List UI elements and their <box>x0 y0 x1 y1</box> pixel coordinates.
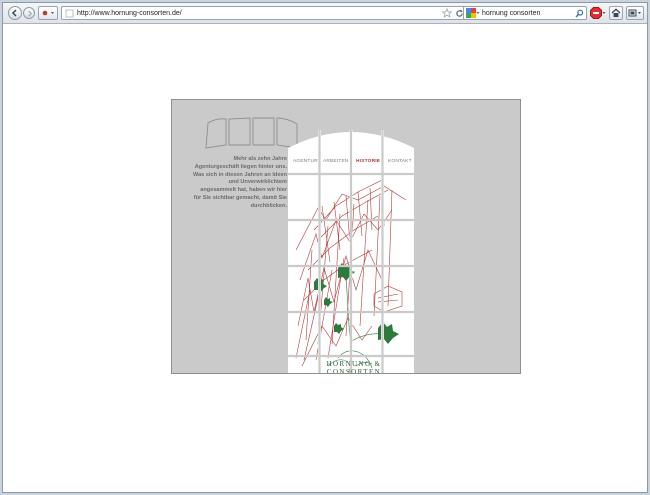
window-outline-decoration <box>205 117 298 149</box>
forward-arrow-icon <box>27 9 32 17</box>
home-button[interactable] <box>609 6 623 20</box>
page-viewport: Mehr als zehn Jahre Agenturgeschäft lieg… <box>3 24 647 492</box>
back-arrow-icon <box>12 9 17 17</box>
abp-addon-icon <box>590 7 606 19</box>
nav-agentur[interactable]: AGENTUR <box>293 159 318 164</box>
navigation-toolbar: http://www.hornung-consorten.de/ hornung… <box>3 3 647 24</box>
magnifier-icon[interactable] <box>575 9 584 18</box>
url-text: http://www.hornung-consorten.de/ <box>77 10 182 17</box>
google-icon[interactable] <box>466 8 480 19</box>
abp-addon-button[interactable] <box>590 6 606 20</box>
nav-kontakt[interactable]: KONTAKT <box>388 159 412 164</box>
website-stage: Mehr als zehn Jahre Agenturgeschäft lieg… <box>171 99 521 374</box>
menu-button[interactable] <box>626 6 644 20</box>
nav-historie[interactable]: HISTORIE <box>356 159 380 164</box>
back-button[interactable] <box>8 6 22 20</box>
address-bar[interactable]: http://www.hornung-consorten.de/ <box>61 6 467 20</box>
forward-button[interactable] <box>23 7 35 19</box>
page-icon <box>65 9 74 18</box>
search-bar[interactable]: hornung consorten <box>463 6 587 20</box>
intro-text: Mehr als zehn Jahre Agenturgeschäft lieg… <box>193 156 287 209</box>
menu-icon <box>628 9 641 17</box>
search-input[interactable]: hornung consorten <box>482 7 540 20</box>
browser-window: http://www.hornung-consorten.de/ hornung… <box>2 2 648 493</box>
nav-arbeiten[interactable]: ARBEITEN <box>323 159 349 164</box>
bookmark-star-icon[interactable] <box>442 8 452 18</box>
home-icon <box>611 8 621 17</box>
brand-logo[interactable]: HORNUNG & CONSORTEN <box>298 360 410 373</box>
history-dropdown-icon <box>42 10 54 16</box>
history-button[interactable] <box>38 6 58 20</box>
window-illustration <box>288 130 414 373</box>
